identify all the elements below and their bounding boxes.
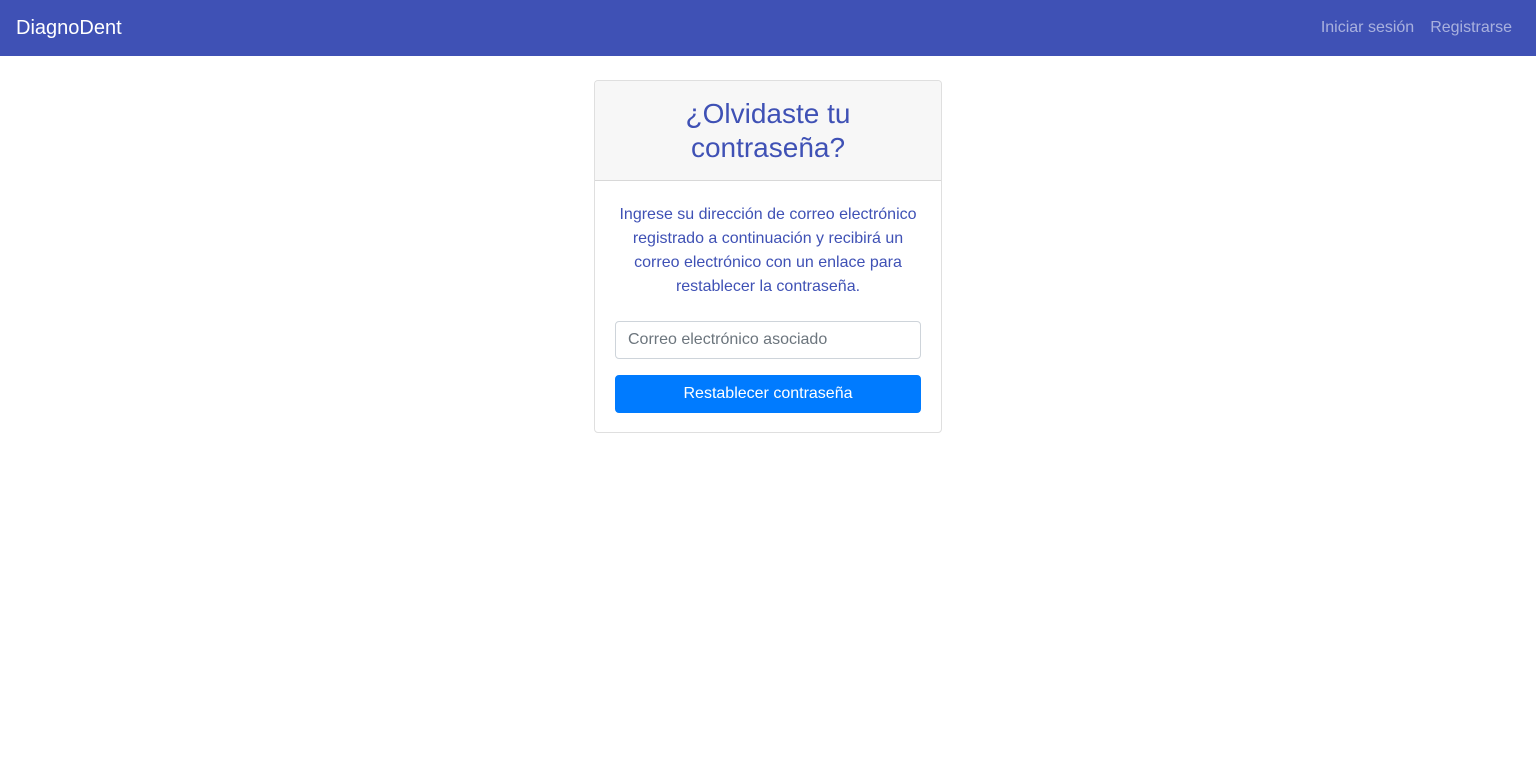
instructions-text: Ingrese su dirección de correo electróni… (619, 206, 917, 295)
page-title: ¿Olvidaste tu contraseña? (685, 97, 851, 163)
password-reset-card: ¿Olvidaste tu contraseña? Ingrese su dir… (594, 80, 942, 433)
reset-password-button[interactable]: Restablecer contraseña (615, 375, 921, 413)
nav-links: Iniciar sesión Registrarse (1321, 19, 1512, 37)
card-body: Ingrese su dirección de correo electróni… (595, 181, 941, 432)
brand-link[interactable]: DiagnoDent (16, 17, 122, 40)
email-field[interactable] (615, 321, 921, 359)
login-link[interactable]: Iniciar sesión (1321, 19, 1414, 37)
register-link[interactable]: Registrarse (1430, 19, 1512, 37)
card-header: ¿Olvidaste tu contraseña? (595, 81, 941, 181)
top-navbar: DiagnoDent Iniciar sesión Registrarse (0, 0, 1536, 56)
